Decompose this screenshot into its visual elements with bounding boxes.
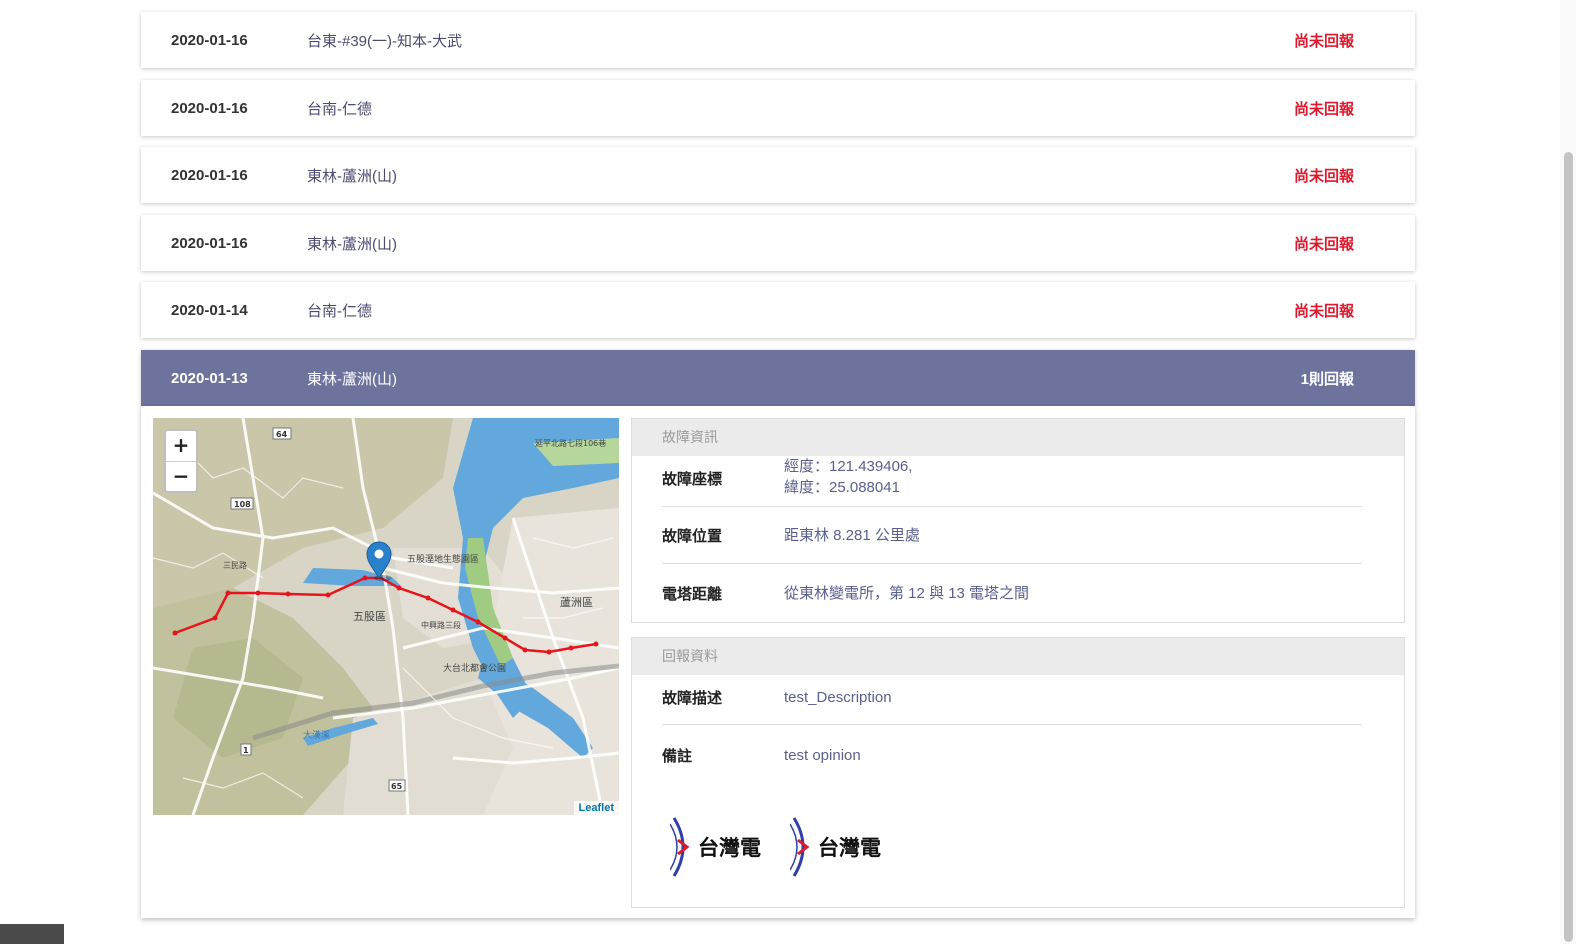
row-date: 2020-01-16 [171, 166, 248, 184]
report-row-selected[interactable]: 2020-01-13 東林-蘆洲(山) 1則回報 [141, 350, 1415, 406]
route-badge-108: 108 [234, 500, 251, 509]
map-label-zhongxing: 中興路三段 [421, 620, 461, 630]
report-row[interactable]: 2020-01-16 台東-#39(一)-知本-大武 尚未回報 [141, 12, 1415, 68]
fault-coord-latitude: 緯度：25.088041 [784, 479, 900, 496]
route-badge-65: 65 [391, 782, 403, 791]
fault-description-row: 故障描述 test_Description [662, 675, 1362, 725]
row-status: 尚未回報 [1293, 235, 1354, 253]
row-date: 2020-01-16 [171, 234, 248, 252]
row-location: 東林-蘆洲(山) [307, 370, 397, 388]
note-label: 備註 [662, 748, 693, 765]
row-status: 尚未回報 [1293, 100, 1354, 118]
fault-coord-label: 故障座標 [662, 471, 723, 488]
leaflet-attribution-link[interactable]: Leaflet [573, 801, 619, 815]
fault-description-value: test_Description [784, 689, 892, 706]
row-status: 尚未回報 [1293, 302, 1354, 320]
taipower-logo-icon: 台灣電 [669, 817, 761, 877]
map-label-wugu: 五股區 [353, 610, 386, 623]
note-value: test opinion [784, 747, 861, 764]
tower-distance-row: 電塔距離 從東林變電所，第 12 與 13 電塔之間 [662, 564, 1362, 620]
logo-text: 台灣電 [698, 835, 761, 860]
report-row[interactable]: 2020-01-16 東林-蘆洲(山) 尚未回報 [141, 147, 1415, 203]
report-photo[interactable]: 台灣電 [669, 814, 775, 880]
row-location: 東林-蘆洲(山) [307, 235, 397, 253]
row-date: 2020-01-14 [171, 301, 248, 319]
fault-info-title: 故障資訊 [632, 419, 1404, 456]
row-date: 2020-01-16 [171, 99, 248, 117]
zoom-out-button[interactable]: − [166, 462, 196, 492]
report-photo[interactable]: 台灣電 [789, 814, 895, 880]
zoom-in-button[interactable]: + [166, 431, 196, 462]
fault-description-label: 故障描述 [662, 690, 723, 707]
row-status: 1則回報 [1300, 370, 1354, 388]
fault-info-panel: 故障資訊 故障座標 經度：121.439406, 緯度：25.088041 故障… [631, 418, 1405, 623]
row-status: 尚未回報 [1293, 167, 1354, 185]
row-location: 台南-仁德 [307, 302, 372, 320]
row-date: 2020-01-13 [171, 369, 248, 387]
report-info-panel: 回報資料 故障描述 test_Description 備註 test opini… [631, 637, 1405, 908]
row-location: 台東-#39(一)-知本-大武 [307, 32, 463, 50]
report-row[interactable]: 2020-01-16 台南-仁德 尚未回報 [141, 80, 1415, 136]
map-label-yanping: 延平北路七段106巷 [535, 438, 606, 448]
row-location: 東林-蘆洲(山) [307, 167, 397, 185]
map-zoom-control: + − [164, 429, 198, 493]
report-info-title: 回報資料 [632, 638, 1404, 675]
map-tiles[interactable]: 64 108 65 1 五股區 蘆洲區 五股溼地生態園區 大台北都會公園 延平北… [153, 418, 619, 815]
report-detail: 64 108 65 1 五股區 蘆洲區 五股溼地生態園區 大台北都會公園 延平北… [141, 406, 1415, 918]
fault-position-row: 故障位置 距東林 8.281 公里處 [662, 507, 1362, 564]
map-label-river: 大漢溪 [303, 729, 330, 741]
tower-distance-label: 電塔距離 [662, 586, 723, 603]
fault-coord-row: 故障座標 經度：121.439406, 緯度：25.088041 [662, 456, 1362, 507]
tower-distance-value: 從東林變電所，第 12 與 13 電塔之間 [784, 585, 1030, 602]
map-label-luzhou: 蘆洲區 [560, 595, 593, 609]
fault-coord-longitude: 經度：121.439406, [784, 458, 913, 475]
fault-position-label: 故障位置 [662, 528, 723, 545]
bottom-left-tab[interactable] [0, 924, 64, 944]
route-badge-1: 1 [243, 746, 249, 755]
page-scrollbar[interactable] [1560, 0, 1576, 944]
fault-position-value: 距東林 8.281 公里處 [784, 527, 920, 544]
row-status: 尚未回報 [1293, 32, 1354, 50]
route-badge-64: 64 [276, 430, 288, 439]
taipower-logo-icon: 台灣電 [789, 817, 881, 877]
map-label-park: 五股溼地生態園區 [407, 553, 479, 565]
note-row: 備註 test opinion [662, 725, 1362, 783]
logo-text: 台灣電 [818, 835, 881, 860]
row-date: 2020-01-16 [171, 31, 248, 49]
map-label-sanmin: 三民路 [223, 560, 247, 570]
report-row[interactable]: 2020-01-16 東林-蘆洲(山) 尚未回報 [141, 215, 1415, 271]
map-label-metro-park: 大台北都會公園 [443, 662, 506, 674]
row-location: 台南-仁德 [307, 100, 372, 118]
fault-map[interactable]: 64 108 65 1 五股區 蘆洲區 五股溼地生態園區 大台北都會公園 延平北… [153, 418, 619, 815]
scrollbar-thumb[interactable] [1564, 152, 1573, 942]
report-row[interactable]: 2020-01-14 台南-仁德 尚未回報 [141, 282, 1415, 338]
